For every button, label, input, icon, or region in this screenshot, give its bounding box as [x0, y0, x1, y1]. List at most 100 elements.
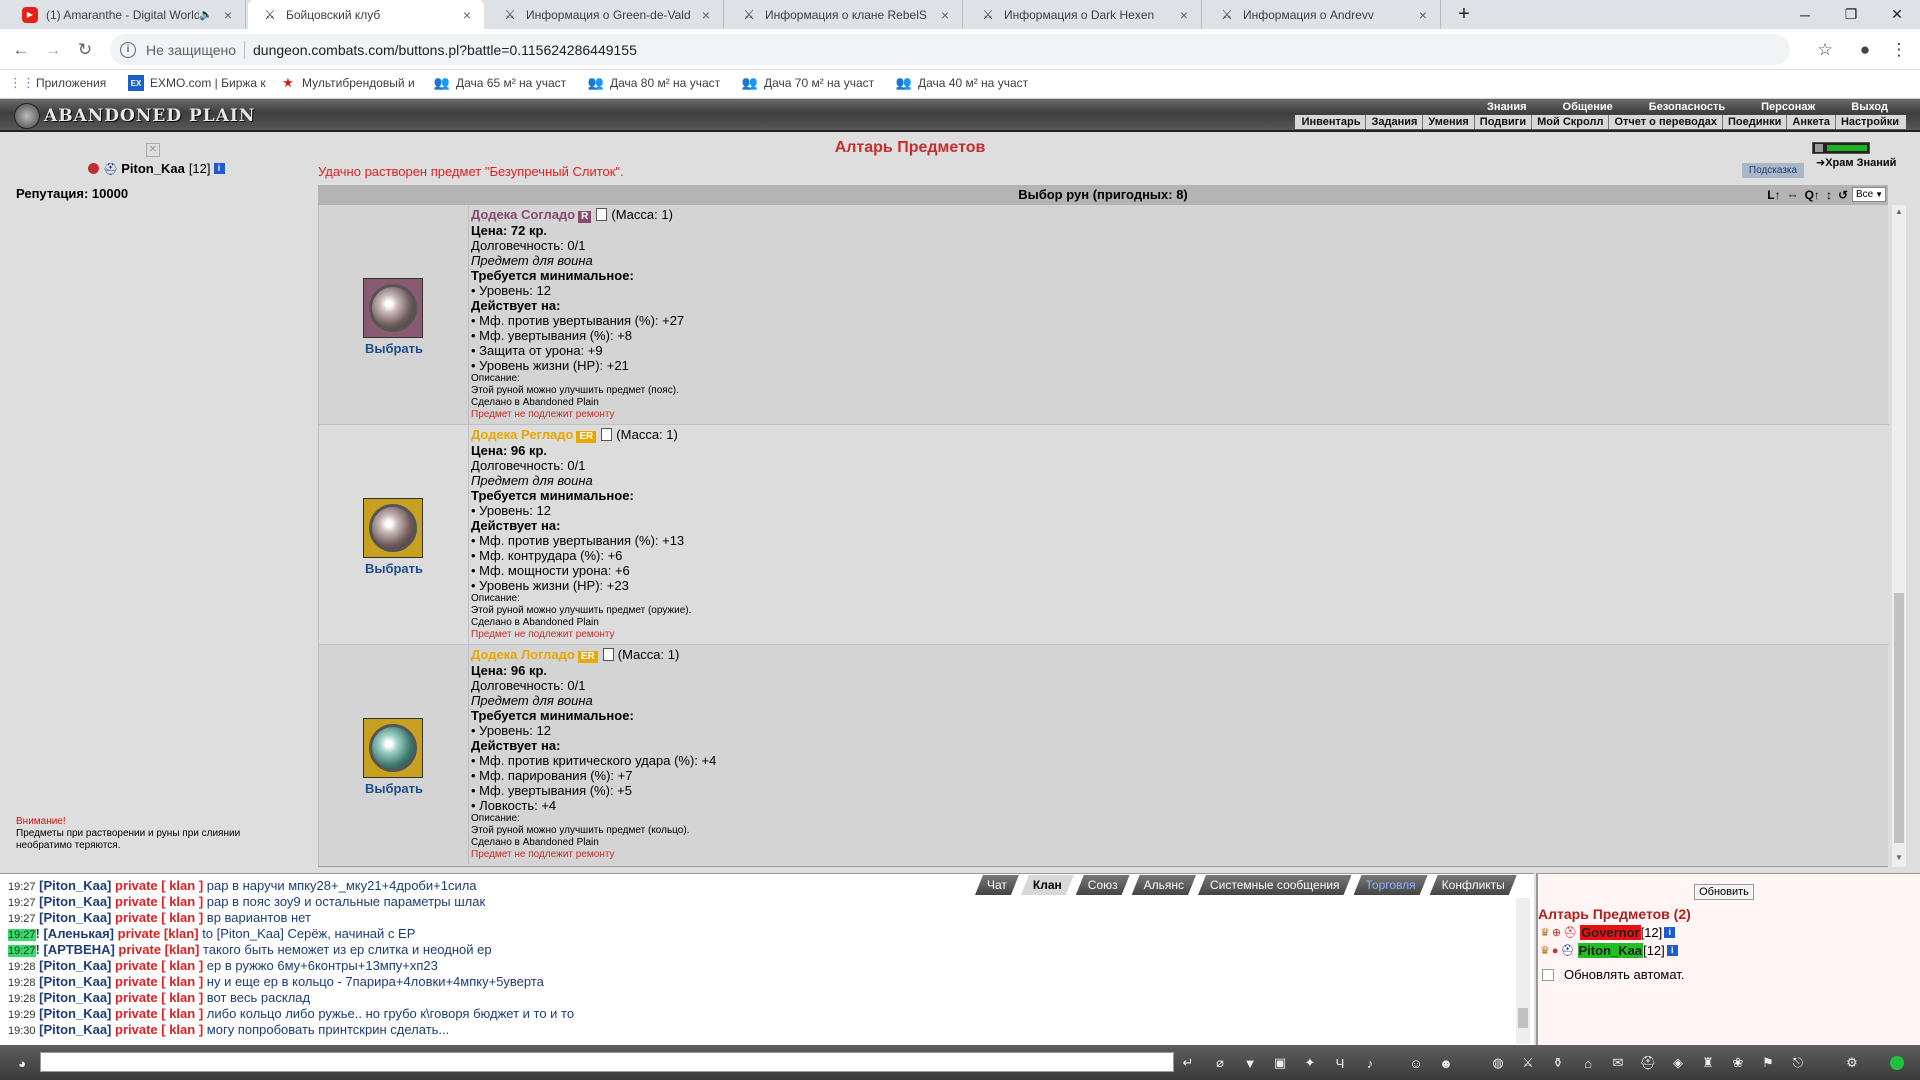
exit-icon[interactable]: ⎋ [1786, 1052, 1810, 1074]
chat-nick[interactable]: [Piton_Kaa] [39, 1006, 111, 1021]
close-icon[interactable]: × [699, 7, 713, 23]
chat-mode-icon[interactable]: ◕ [10, 1052, 34, 1074]
bag-icon[interactable]: ◍ [1486, 1052, 1510, 1074]
sort-level-icon[interactable]: L↑ [1767, 185, 1780, 205]
autorefresh-checkbox[interactable] [1542, 968, 1554, 981]
helmet-icon[interactable]: ⛑ [1636, 1052, 1660, 1074]
chat-nick[interactable]: [Piton_Kaa] [39, 958, 111, 973]
chat-nick[interactable]: [Piton_Kaa] [39, 974, 111, 989]
menu-security[interactable]: Безопасность [1631, 100, 1743, 114]
chat-channel[interactable]: private [ klan ] [115, 1022, 203, 1037]
runes-list-scrollbar[interactable]: ▲ ▼ [1892, 205, 1906, 867]
chat-input[interactable] [40, 1052, 1174, 1072]
reset-sort-icon[interactable]: ↺ [1838, 185, 1848, 205]
chat-time[interactable]: 19:27 [8, 945, 36, 957]
chat-time[interactable]: 19:30 [8, 1025, 36, 1037]
submenu-profile[interactable]: Анкета [1786, 115, 1835, 129]
browser-tab-youtube[interactable]: ▶ (1) Amaranthe - Digital World 🔈 × [8, 0, 246, 29]
close-icon[interactable]: × [221, 7, 235, 23]
submenu-my-scroll[interactable]: Мой Скролл [1531, 115, 1608, 129]
chat-channel[interactable]: private [ klan ] [115, 1006, 203, 1021]
bookmark-star-icon[interactable]: ☆ [1812, 37, 1838, 63]
rune-image[interactable] [363, 718, 423, 778]
select-rune-button[interactable]: Выбрать [319, 341, 469, 356]
chat-tab-conflicts[interactable]: Конфликты [1430, 875, 1517, 895]
chat-channel[interactable]: private [ klan ] [115, 974, 203, 989]
info-icon[interactable]: i [120, 41, 136, 58]
submenu-transfer-report[interactable]: Отчет о переводах [1608, 115, 1722, 129]
document-icon[interactable] [601, 428, 613, 441]
castle-icon[interactable]: ♜ [1696, 1052, 1720, 1074]
minimize-button[interactable]: ─ [1782, 0, 1828, 29]
select-rune-button[interactable]: Выбрать [319, 781, 469, 796]
pet-icon[interactable]: ❀ [1726, 1052, 1750, 1074]
browser-tab-info-green[interactable]: ⚔ Информация о Green-de-Vald × [488, 0, 724, 29]
document-icon[interactable] [602, 648, 614, 661]
save-icon[interactable]: ▣ [1268, 1052, 1292, 1074]
chat-channel[interactable]: private [klan] [118, 942, 199, 957]
filter-select[interactable]: Все ▼ [1852, 187, 1886, 202]
settings-gear-icon[interactable]: ⚙ [1840, 1052, 1864, 1074]
url-text[interactable]: dungeon.combats.com/buttons.pl?battle=0.… [253, 42, 637, 58]
rune-name[interactable]: Додека Регладо [471, 427, 573, 442]
potion-icon[interactable]: ⚱ [1546, 1052, 1570, 1074]
submenu-inventory[interactable]: Инвентарь [1297, 115, 1366, 129]
rune-image[interactable] [363, 278, 423, 338]
chat-nick[interactable]: [Piton_Kaa] [39, 1022, 111, 1037]
browser-menu-icon[interactable]: ⋮ [1886, 37, 1912, 63]
chat-nick[interactable]: ! [Аленькая] [36, 926, 114, 941]
crown-icon[interactable]: ♛ [1540, 944, 1550, 957]
chat-time[interactable]: 19:28 [8, 977, 36, 989]
scroll-icon[interactable]: ✉ [1606, 1052, 1630, 1074]
browser-tab-info-darkhexen[interactable]: ⚔ Информация о Dark Hexen × [966, 0, 1202, 29]
menu-character[interactable]: Персонаж [1743, 100, 1833, 114]
submenu-skills[interactable]: Умения [1422, 115, 1473, 129]
chat-channel[interactable]: private [ klan ] [115, 878, 203, 893]
menu-communication[interactable]: Общение [1545, 100, 1631, 114]
chat-channel[interactable]: private [ klan ] [115, 958, 203, 973]
chat-time[interactable]: 19:28 [8, 993, 36, 1005]
chat-time[interactable]: 19:28 [8, 961, 36, 973]
clear-icon[interactable]: ⌀ [1208, 1052, 1232, 1074]
browser-tab-info-andrevv[interactable]: ⚔ Информация о Andrevv × [1205, 0, 1441, 29]
player-name[interactable]: Piton_Kaa [1577, 943, 1644, 958]
chat-time[interactable]: 19:27 [8, 929, 36, 941]
smile-icon[interactable]: ☺ [1404, 1052, 1428, 1074]
translit-icon[interactable]: Ч [1328, 1052, 1352, 1074]
chat-channel[interactable]: private [ klan ] [115, 910, 203, 925]
reload-button[interactable]: ↻ [72, 37, 98, 63]
chest-icon[interactable]: ⌂ [1576, 1052, 1600, 1074]
crown-icon[interactable]: ♛ [1540, 926, 1550, 939]
browser-tab-fight-club[interactable]: ⚔ Бойцовский клуб × [248, 0, 484, 29]
refresh-button[interactable]: Обновить [1694, 884, 1754, 900]
chat-scrollbar-thumb[interactable] [1518, 1008, 1528, 1028]
speaker-icon[interactable]: 🔈 [199, 8, 213, 21]
menu-knowledge[interactable]: Знания [1469, 100, 1544, 114]
bookmark-dacha-80[interactable]: 👥 Дача 80 м² на участ [588, 75, 728, 91]
sound-icon[interactable]: ♪ [1358, 1052, 1382, 1074]
filter-icon[interactable]: ▼ [1238, 1052, 1262, 1074]
bookmark-apps[interactable]: ⋮⋮ Приложения [14, 75, 122, 91]
chat-channel[interactable]: private [ klan ] [115, 990, 203, 1005]
shield-icon[interactable]: ◈ [1666, 1052, 1690, 1074]
chat-nick[interactable]: ! [АРТВЕНА] [36, 942, 115, 957]
forward-button[interactable]: → [40, 37, 66, 63]
chat-scrollbar[interactable] [1516, 898, 1530, 1044]
bookmark-dacha-70[interactable]: 👥 Дача 70 м² на участ [742, 75, 882, 91]
chat-nick[interactable]: [Piton_Kaa] [39, 878, 111, 893]
browser-tab-info-rebels[interactable]: ⚔ Информация о клане RebelS × [727, 0, 963, 29]
submenu-quests[interactable]: Задания [1365, 115, 1422, 129]
send-icon[interactable]: ↵ [1176, 1052, 1200, 1074]
chat-tab-clan[interactable]: Клан [1021, 875, 1074, 895]
account-icon[interactable]: ● [1852, 37, 1878, 63]
fighter-icon[interactable]: ✦ [1298, 1052, 1322, 1074]
chat-nick[interactable]: [Piton_Kaa] [39, 910, 111, 925]
chat-tab-chat[interactable]: Чат [975, 875, 1019, 895]
omnibox[interactable]: i Не защищено dungeon.combats.com/button… [110, 34, 1790, 65]
document-icon[interactable] [596, 208, 608, 221]
bookmark-dacha-40[interactable]: 👥 Дача 40 м² на участ [896, 75, 1036, 91]
submenu-settings[interactable]: Настройки [1834, 115, 1904, 129]
bookmark-multibrand[interactable]: ★ Мультибрендовый и [280, 75, 420, 91]
temple-link[interactable]: ➜Храм Знаний [1816, 156, 1896, 169]
player-info-icon[interactable]: i [213, 163, 225, 174]
